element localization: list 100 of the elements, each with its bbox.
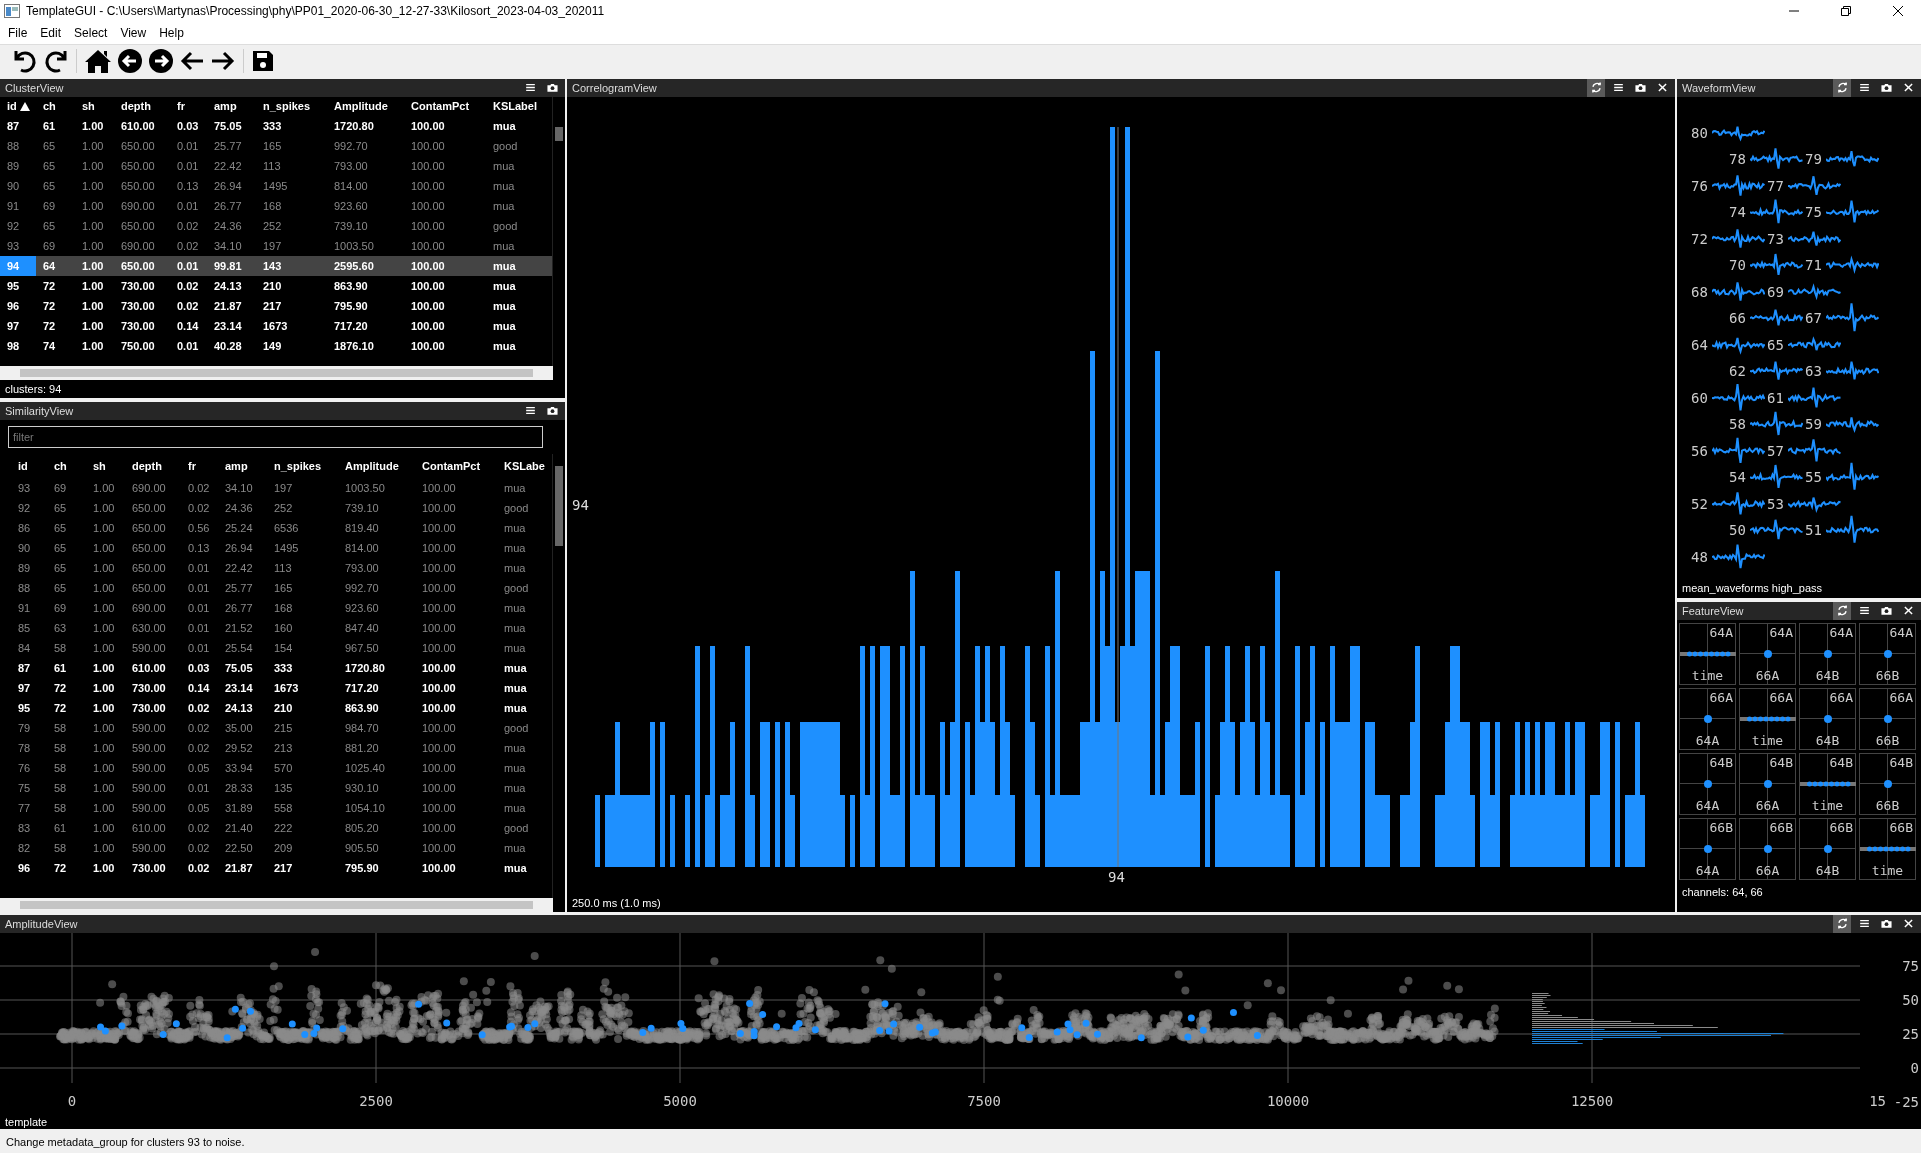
table-row[interactable]: 82 58 1.00 590.00 0.02 22.50 209 905.50 100.00 mua bbox=[0, 837, 552, 858]
scroll-thumb[interactable] bbox=[555, 126, 563, 141]
table-row[interactable]: 98 74 1.00 750.00 0.01 40.28 149 1876.10 100.00 mua bbox=[0, 335, 552, 356]
column-header[interactable]: depth bbox=[125, 459, 181, 472]
table-row[interactable]: 84 58 1.00 590.00 0.01 25.54 154 967.50 100.00 mua bbox=[0, 637, 552, 658]
column-header[interactable]: n_spikes bbox=[267, 459, 338, 472]
table-row[interactable]: 77 58 1.00 590.00 0.05 31.89 558 1054.10 100.00 mua bbox=[0, 797, 552, 818]
scrollbar[interactable] bbox=[0, 365, 553, 380]
scroll-thumb[interactable] bbox=[20, 901, 533, 909]
table-row[interactable]: 76 58 1.00 590.00 0.05 33.94 570 1025.40 100.00 mua bbox=[0, 757, 552, 778]
column-header[interactable]: n_spikes bbox=[256, 100, 327, 113]
table-row[interactable]: 85 63 1.00 630.00 0.01 21.52 160 847.40 100.00 mua bbox=[0, 617, 552, 638]
table-row[interactable]: 88 65 1.00 650.00 0.01 25.77 165 992.70 100.00 good bbox=[0, 577, 552, 598]
feature-plot[interactable]: 64A 66A bbox=[1739, 622, 1796, 685]
refresh-button[interactable] bbox=[1587, 78, 1605, 97]
menu-item[interactable]: Edit bbox=[36, 25, 71, 40]
table-cell-text: 1.00 bbox=[92, 740, 116, 756]
column-header[interactable]: KSLabe bbox=[497, 459, 552, 472]
table-row[interactable]: 89 65 1.00 650.00 0.01 22.42 113 793.00 100.00 mua bbox=[0, 557, 552, 578]
column-header[interactable]: amp bbox=[218, 459, 267, 472]
table-row[interactable]: 95 72 1.00 730.00 0.02 24.13 210 863.90 100.00 mua bbox=[0, 697, 552, 718]
feature-plot[interactable]: 66B 64B bbox=[1799, 817, 1856, 880]
table-row[interactable]: 97 72 1.00 730.00 0.14 23.14 1673 717.20 100.00 mua bbox=[0, 677, 552, 698]
axis-label: 66B bbox=[1874, 797, 1901, 813]
feature-plot[interactable]: 66B 66A bbox=[1739, 817, 1796, 880]
menu-item[interactable]: Help bbox=[155, 25, 193, 40]
table-row[interactable]: 91 69 1.00 690.00 0.01 26.77 168 923.60 100.00 mua bbox=[0, 597, 552, 618]
table-row[interactable]: 93 69 1.00 690.00 0.02 34.10 197 1003.50 100.00 mua bbox=[0, 477, 552, 498]
feature-plot[interactable]: 64B time bbox=[1799, 752, 1856, 815]
table-row[interactable]: 94 64 1.00 650.00 0.01 99.81 143 2595.60 100.00 mua bbox=[0, 255, 552, 276]
home-icon[interactable] bbox=[84, 47, 112, 74]
column-header[interactable]: id bbox=[0, 100, 36, 113]
scrollbar[interactable] bbox=[552, 96, 565, 366]
table-row[interactable]: 93 69 1.00 690.00 0.02 34.10 197 1003.50 100.00 mua bbox=[0, 235, 552, 256]
table-cell-text: 252 bbox=[273, 500, 294, 516]
feature-plot[interactable]: 64B 64A bbox=[1679, 752, 1736, 815]
refresh-icon bbox=[1835, 81, 1849, 95]
back-circle-icon[interactable] bbox=[117, 47, 143, 74]
forward-circle-icon[interactable] bbox=[148, 47, 174, 74]
table-row[interactable]: 97 72 1.00 730.00 0.14 23.14 1673 717.20 100.00 mua bbox=[0, 315, 552, 336]
table-row[interactable]: 78 58 1.00 590.00 0.02 29.52 213 881.20 100.00 mua bbox=[0, 737, 552, 758]
table-cell-text: 34.10 bbox=[224, 480, 254, 496]
channel-label: 51 bbox=[1805, 522, 1823, 539]
scrollbar[interactable] bbox=[0, 898, 553, 912]
table-row[interactable]: 92 65 1.00 650.00 0.02 24.36 252 739.10 100.00 good bbox=[0, 497, 552, 518]
menu-item[interactable]: View bbox=[116, 25, 156, 40]
table-row[interactable]: 89 65 1.00 650.00 0.01 22.42 113 793.00 100.00 mua bbox=[0, 155, 552, 176]
table-cell-text: 23.14 bbox=[224, 680, 254, 696]
column-header[interactable]: id bbox=[0, 459, 47, 472]
table-row[interactable]: 90 65 1.00 650.00 0.13 26.94 1495 814.00 100.00 mua bbox=[0, 175, 552, 196]
column-header[interactable]: Amplitude bbox=[338, 459, 415, 472]
column-header[interactable]: sh bbox=[75, 100, 114, 113]
feature-plot[interactable]: 66B time bbox=[1859, 817, 1916, 880]
feature-plot[interactable]: 66A time bbox=[1739, 687, 1796, 750]
column-header[interactable]: Amplitude bbox=[327, 100, 404, 113]
table-row[interactable]: 87 61 1.00 610.00 0.03 75.05 333 1720.80 100.00 mua bbox=[0, 115, 552, 136]
table-row[interactable]: 87 61 1.00 610.00 0.03 75.05 333 1720.80 100.00 mua bbox=[0, 657, 552, 678]
table-cell-text: 1025.40 bbox=[344, 760, 386, 776]
scroll-thumb[interactable] bbox=[20, 368, 533, 377]
table-row[interactable]: 90 65 1.00 650.00 0.13 26.94 1495 814.00 100.00 mua bbox=[0, 537, 552, 558]
refresh-button[interactable] bbox=[1833, 601, 1851, 620]
column-header[interactable]: ch bbox=[36, 100, 75, 113]
table-row[interactable]: 95 72 1.00 730.00 0.02 24.13 210 863.90 100.00 mua bbox=[0, 275, 552, 296]
feature-plot[interactable]: 66A 64A bbox=[1679, 687, 1736, 750]
table-row[interactable]: 91 69 1.00 690.00 0.01 26.77 168 923.60 100.00 mua bbox=[0, 195, 552, 216]
feature-plot[interactable]: 64A 66B bbox=[1859, 622, 1916, 685]
menu-item[interactable]: File bbox=[4, 25, 37, 40]
refresh-button[interactable] bbox=[1833, 78, 1851, 97]
table-row[interactable]: 88 65 1.00 650.00 0.01 25.77 165 992.70 100.00 good bbox=[0, 135, 552, 156]
feature-plot[interactable]: 66B 64A bbox=[1679, 817, 1736, 880]
menu-item[interactable]: Select bbox=[70, 25, 117, 40]
feature-plot[interactable]: 64A time bbox=[1679, 622, 1736, 685]
table-row[interactable]: 92 65 1.00 650.00 0.02 24.36 252 739.10 100.00 good bbox=[0, 215, 552, 236]
column-header[interactable]: KSLabel bbox=[486, 100, 546, 113]
refresh-button[interactable] bbox=[1833, 915, 1851, 933]
column-header[interactable]: ContamPct bbox=[404, 100, 486, 113]
column-header[interactable]: ContamPct bbox=[415, 459, 497, 472]
table-row[interactable]: 79 58 1.00 590.00 0.02 35.00 215 984.70 100.00 good bbox=[0, 717, 552, 738]
column-header[interactable]: fr bbox=[170, 100, 207, 113]
filter-field[interactable]: filter bbox=[8, 425, 543, 448]
feature-plot[interactable]: 64B 66A bbox=[1739, 752, 1796, 815]
feature-plot[interactable]: 64B 66B bbox=[1859, 752, 1916, 815]
restore-icon[interactable] bbox=[1840, 4, 1852, 17]
table-row[interactable]: 96 72 1.00 730.00 0.02 21.87 217 795.90 100.00 mua bbox=[0, 857, 552, 878]
close-icon[interactable] bbox=[1892, 4, 1904, 17]
column-header[interactable]: sh bbox=[86, 459, 125, 472]
table-row[interactable]: 86 65 1.00 650.00 0.56 25.24 6536 819.40 100.00 mua bbox=[0, 517, 552, 538]
scroll-thumb[interactable] bbox=[555, 465, 563, 546]
table-row[interactable]: 75 58 1.00 590.00 0.01 28.33 135 930.10 100.00 mua bbox=[0, 777, 552, 798]
feature-plot[interactable]: 64A 64B bbox=[1799, 622, 1856, 685]
feature-plot[interactable]: 66A 66B bbox=[1859, 687, 1916, 750]
column-header[interactable]: depth bbox=[114, 100, 170, 113]
channel-label: 53 bbox=[1767, 495, 1785, 512]
table-row[interactable]: 96 72 1.00 730.00 0.02 21.87 217 795.90 100.00 mua bbox=[0, 295, 552, 316]
save-icon[interactable] bbox=[251, 48, 275, 73]
column-header[interactable]: ch bbox=[47, 459, 86, 472]
column-header[interactable]: fr bbox=[181, 459, 218, 472]
feature-plot[interactable]: 66A 64B bbox=[1799, 687, 1856, 750]
table-row[interactable]: 83 61 1.00 610.00 0.02 21.40 222 805.20 100.00 good bbox=[0, 817, 552, 838]
column-header[interactable]: amp bbox=[207, 100, 256, 113]
